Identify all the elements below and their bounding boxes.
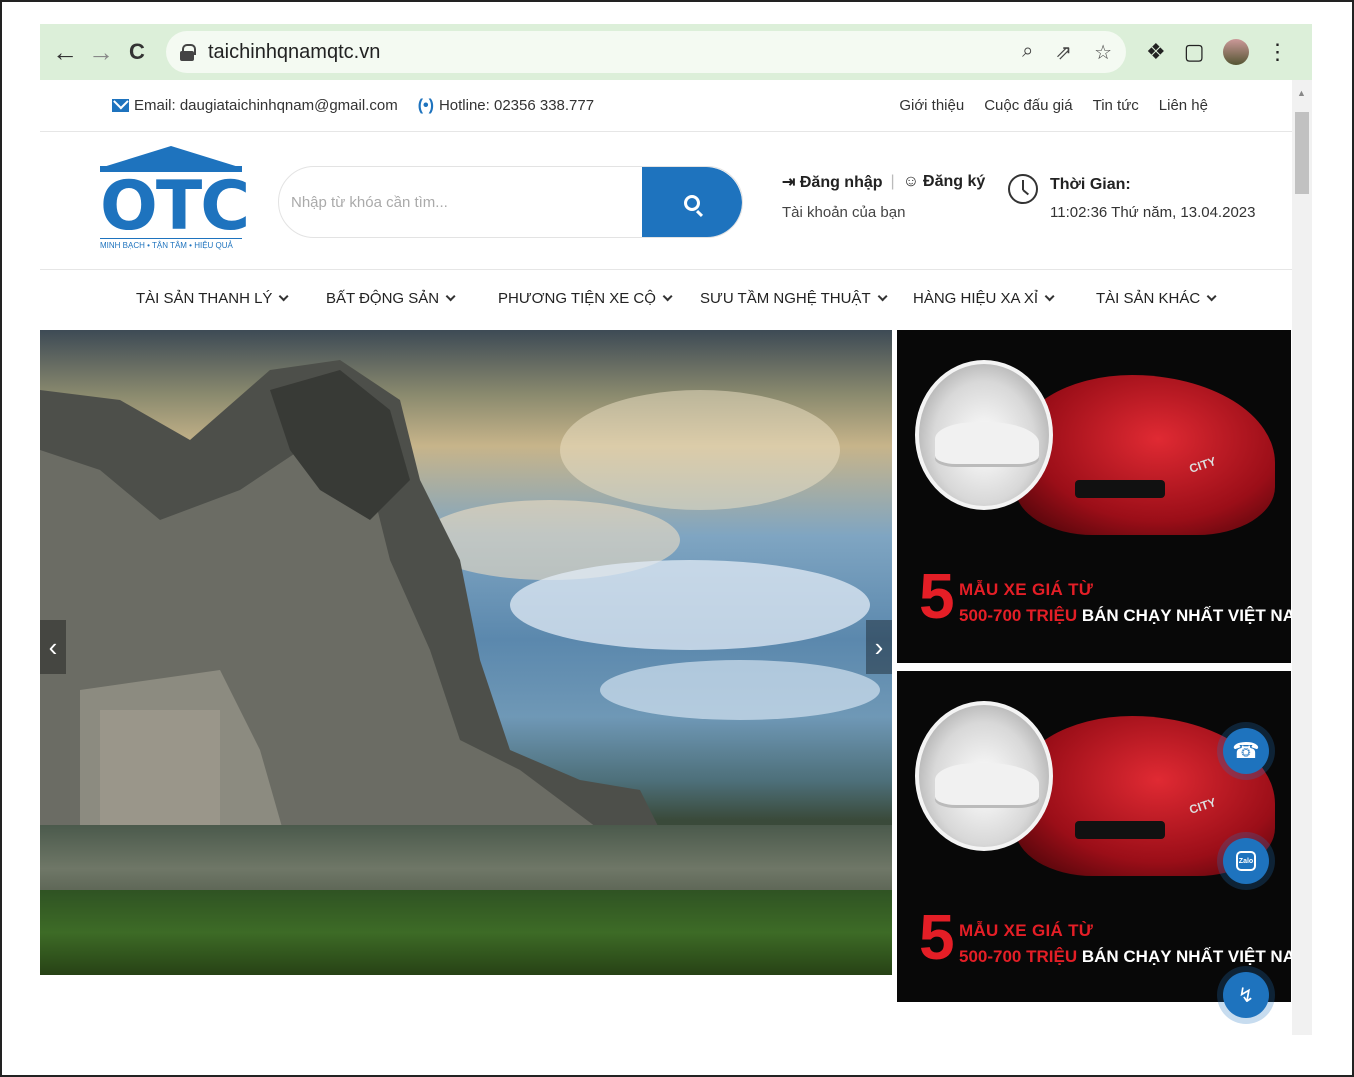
email-text: Email: daugiataichinhqnam@gmail.com [134, 97, 398, 114]
nav-link-about[interactable]: Giới thiệu [899, 97, 964, 114]
nav-link-news[interactable]: Tin tức [1093, 97, 1139, 114]
screenshot-frame: ← → C taichinhqnamqtc.vn ⌕ ⇗ ☆ ❖ ▢ ⋮ Ema… [0, 0, 1354, 1077]
chevron-down-icon [877, 291, 888, 302]
site-logo[interactable]: OTC MINH BẠCH • TẬN TÂM • HIỆU QUẢ [100, 146, 250, 252]
address-bar[interactable]: taichinhqnamqtc.vn ⌕ ⇗ ☆ [166, 31, 1126, 73]
banner-price-range: 500-700 TRIỆU [959, 606, 1078, 625]
profile-avatar[interactable] [1222, 39, 1249, 65]
clock-icon [1008, 174, 1038, 204]
slider-next-button[interactable]: › [866, 620, 892, 674]
browser-toolbar: ← → C taichinhqnamqtc.vn ⌕ ⇗ ☆ ❖ ▢ ⋮ [40, 24, 1312, 80]
search-icon [684, 195, 700, 211]
mail-icon [112, 99, 129, 112]
lock-icon [180, 44, 196, 61]
site-header: OTC MINH BẠCH • TẬN TÂM • HIỆU QUẢ ⇥ Đăn… [40, 132, 1292, 270]
menu-label: BẤT ĐỘNG SẢN [326, 290, 440, 307]
account-area: ⇥ Đăng nhập | ☺ Đăng ký Tài khoản của bạn [782, 172, 985, 221]
hero-slider[interactable]: ‹ › [40, 330, 892, 975]
main-menu: TÀI SẢN THANH LÝ BẤT ĐỘNG SẢN PHƯƠNG TIỆ… [40, 270, 1292, 330]
side-panel-icon[interactable]: ▢ [1184, 39, 1205, 65]
url-text: taichinhqnamqtc.vn [208, 40, 381, 63]
messenger-button[interactable]: ↯ [1223, 972, 1269, 1018]
banner-subline: 500-700 TRIỆU BÁN CHẠY NHẤT VIỆT NAM [959, 606, 1291, 626]
banner-subline: 500-700 TRIỆU BÁN CHẠY NHẤT VIỆT NAM [959, 947, 1291, 967]
page-scrollbar[interactable]: ▲ [1292, 80, 1312, 1035]
login-label: Đăng nhập [799, 174, 883, 191]
search-input[interactable] [279, 167, 644, 237]
car-grille [1075, 480, 1165, 498]
menu-label: TÀI SẢN THANH LÝ [136, 290, 273, 307]
menu-item-real-estate[interactable]: BẤT ĐỘNG SẢN [326, 290, 456, 307]
messenger-icon: ↯ [1237, 984, 1255, 1007]
menu-item-liquidation[interactable]: TÀI SẢN THANH LÝ [136, 290, 289, 307]
scrollbar-thumb[interactable] [1295, 112, 1309, 194]
nav-link-auctions[interactable]: Cuộc đấu giá [984, 97, 1072, 114]
zoom-icon[interactable]: ⌕ [1022, 40, 1033, 65]
chevron-down-icon [1206, 291, 1217, 302]
phone-signal-icon: (•) [417, 96, 434, 114]
logo-roof-shape [100, 146, 242, 168]
menu-kebab-icon[interactable]: ⋮ [1267, 39, 1289, 65]
menu-item-other-assets[interactable]: TÀI SẢN KHÁC [1096, 290, 1217, 307]
logo-mark: OTC [100, 167, 250, 246]
time-display: Thời Gian: 11:02:36 Thứ năm, 13.04.2023 [1050, 176, 1255, 221]
bookmark-star-icon[interactable]: ☆ [1094, 40, 1112, 65]
chevron-down-icon [662, 291, 673, 302]
web-page: Email: daugiataichinhqnam@gmail.com (•) … [40, 80, 1292, 1035]
search-button[interactable] [642, 167, 742, 237]
logo-tagline: MINH BẠCH • TẬN TÂM • HIỆU QUẢ [100, 238, 242, 250]
chevron-down-icon [1044, 291, 1055, 302]
slider-prev-button[interactable]: ‹ [40, 620, 66, 674]
top-contact-bar: Email: daugiataichinhqnam@gmail.com (•) … [40, 80, 1292, 132]
hotline-text: Hotline: 02356 338.777 [438, 97, 595, 114]
reload-button[interactable]: C [122, 37, 152, 67]
white-car-shape [935, 422, 1039, 464]
search-box [278, 166, 743, 238]
chevron-down-icon [445, 291, 456, 302]
banner-number: 5 [919, 901, 955, 973]
menu-item-vehicles[interactable]: PHƯƠNG TIỆN XE CỘ [498, 290, 673, 307]
white-car-shape [935, 763, 1039, 805]
register-link[interactable]: ☺ Đăng ký [903, 173, 986, 191]
menu-label: HÀNG HIỆU XA XỈ [913, 290, 1039, 307]
ad-banner-top[interactable]: CITY 5 MẪU XE GIÁ TỪ 500-700 TRIỆU BÁN C… [897, 330, 1291, 663]
banner-headline: MẪU XE GIÁ TỪ [959, 580, 1094, 599]
banner-headline: MẪU XE GIÁ TỪ [959, 921, 1094, 940]
menu-label: SƯU TẦM NGHỆ THUẬT [700, 290, 871, 307]
back-button[interactable]: ← [50, 37, 80, 67]
login-link[interactable]: ⇥ Đăng nhập [782, 172, 883, 192]
time-value: 11:02:36 Thứ năm, 13.04.2023 [1050, 204, 1256, 221]
share-icon[interactable]: ⇗ [1055, 40, 1072, 65]
banner-claim: BÁN CHẠY NHẤT VIỆT NAM [1077, 947, 1291, 966]
divider: | [890, 173, 895, 190]
account-subtitle: Tài khoản của bạn [782, 204, 906, 221]
car-grille [1075, 821, 1165, 839]
scroll-up-arrow-icon[interactable]: ▲ [1297, 88, 1306, 98]
chevron-down-icon [279, 291, 289, 302]
zalo-icon: Zalo [1236, 851, 1256, 871]
menu-label: TÀI SẢN KHÁC [1096, 290, 1201, 307]
menu-label: PHƯƠNG TIỆN XE CỘ [498, 290, 656, 307]
phone-icon: ☎ [1232, 738, 1260, 763]
banner-claim: BÁN CHẠY NHẤT VIỆT NAM [1077, 606, 1291, 625]
hotline-contact[interactable]: (•) Hotline: 02356 338.777 [418, 97, 594, 115]
menu-item-art-collection[interactable]: SƯU TẦM NGHỆ THUẬT [700, 290, 888, 307]
ad-banner-bottom[interactable]: CITY 5 MẪU XE GIÁ TỪ 500-700 TRIỆU BÁN C… [897, 671, 1291, 1002]
forward-button[interactable]: → [86, 37, 116, 67]
call-button[interactable]: ☎ [1223, 728, 1269, 774]
white-car-circle-image [915, 701, 1053, 851]
nav-link-contact[interactable]: Liên hệ [1159, 97, 1208, 114]
menu-item-luxury-goods[interactable]: HÀNG HIỆU XA XỈ [913, 290, 1055, 307]
red-car-image [1015, 375, 1275, 535]
white-car-circle-image [915, 360, 1053, 510]
email-contact[interactable]: Email: daugiataichinhqnam@gmail.com [112, 97, 398, 114]
foreground-plants [40, 890, 892, 975]
time-label: Thời Gian: [1050, 176, 1131, 193]
register-label: Đăng ký [923, 173, 986, 190]
banner-price-range: 500-700 TRIỆU [959, 947, 1078, 966]
zalo-button[interactable]: Zalo [1223, 838, 1269, 884]
extensions-puzzle-icon[interactable]: ❖ [1146, 39, 1166, 65]
banner-number: 5 [919, 560, 955, 632]
